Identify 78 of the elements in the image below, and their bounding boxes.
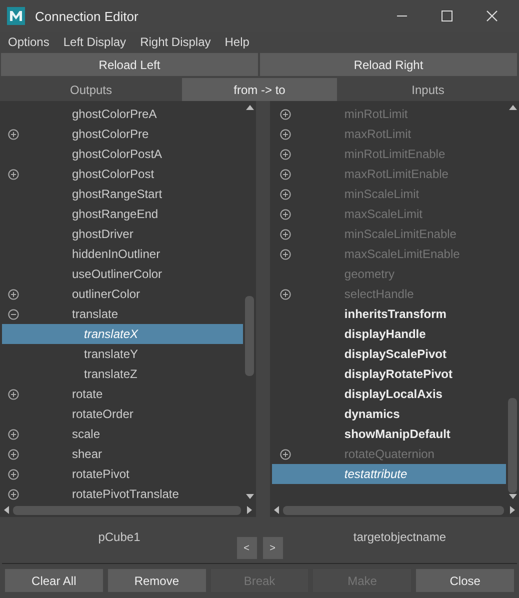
arrow-button[interactable]: < — [236, 537, 256, 559]
scroll-down-icon[interactable] — [246, 494, 254, 499]
scroll-thumb[interactable] — [13, 506, 242, 514]
scroll-right-icon[interactable] — [247, 506, 252, 514]
attribute-row[interactable]: displayLocalAxis — [272, 384, 506, 404]
attribute-row[interactable]: rotatePivotTranslate — [2, 484, 244, 504]
attribute-row[interactable]: translateX — [2, 324, 244, 344]
attribute-row[interactable]: rotatePivot — [2, 464, 244, 484]
reload-button[interactable]: Reload Left — [1, 53, 258, 76]
expand-icon[interactable] — [8, 488, 19, 500]
expand-icon[interactable] — [8, 388, 19, 400]
maximize-icon[interactable] — [441, 10, 453, 22]
column-header[interactable]: from -> to — [182, 78, 337, 101]
attribute-row[interactable]: ghostColorPreA — [2, 104, 244, 124]
attribute-row[interactable]: ghostDriver — [2, 224, 244, 244]
expand-icon[interactable] — [8, 468, 19, 480]
expand-icon[interactable] — [280, 128, 292, 140]
scroll-thumb[interactable] — [245, 296, 254, 376]
attribute-row[interactable]: scale — [2, 424, 244, 444]
scroll-thumb[interactable] — [283, 506, 504, 514]
app-logo-icon — [7, 7, 25, 25]
attribute-row[interactable]: hiddenInOutliner — [2, 244, 244, 264]
menu-item[interactable]: Left Display — [63, 35, 126, 49]
attribute-row[interactable]: dynamics — [272, 404, 506, 424]
expand-icon[interactable] — [8, 168, 19, 180]
scroll-up-icon[interactable] — [508, 105, 516, 110]
collapse-icon[interactable] — [8, 308, 19, 320]
expand-icon[interactable] — [280, 168, 292, 180]
attribute-row[interactable]: useOutlinerColor — [2, 264, 244, 284]
arrow-button[interactable]: > — [262, 537, 282, 559]
action-button[interactable]: Close — [416, 569, 514, 592]
expand-icon[interactable] — [280, 448, 292, 460]
window-title: Connection Editor — [35, 8, 140, 24]
right-object-name: targetobjectname — [352, 530, 448, 546]
attribute-row[interactable]: rotateOrder — [2, 404, 244, 424]
attribute-row[interactable]: ghostColorPre — [2, 124, 244, 144]
scroll-left-icon[interactable] — [274, 506, 280, 514]
attribute-row[interactable]: displayHandle — [272, 324, 506, 344]
expand-icon[interactable] — [280, 108, 292, 120]
reload-button[interactable]: Reload Right — [260, 53, 517, 76]
scroll-up-icon[interactable] — [246, 105, 254, 110]
attribute-row[interactable]: ghostRangeEnd — [2, 204, 244, 224]
expand-icon[interactable] — [280, 288, 292, 300]
close-icon[interactable] — [486, 10, 498, 22]
scroll-left-icon[interactable] — [4, 506, 9, 514]
menu-item[interactable]: Options — [8, 35, 50, 49]
scroll-right-icon[interactable] — [510, 506, 515, 514]
menu-item[interactable]: Help — [224, 35, 250, 49]
expand-icon[interactable] — [280, 148, 292, 160]
menu-item[interactable]: Right Display — [140, 35, 211, 49]
expand-icon[interactable] — [280, 248, 292, 260]
attribute-row[interactable]: shear — [2, 444, 244, 464]
scroll-thumb[interactable] — [508, 398, 517, 493]
attribute-row[interactable]: showManipDefault — [272, 424, 506, 444]
expand-icon[interactable] — [280, 188, 292, 200]
attribute-row[interactable]: ghostColorPost — [2, 164, 244, 184]
attribute-row[interactable]: translateY — [2, 344, 244, 364]
attribute-row[interactable]: ghostRangeStart — [2, 184, 244, 204]
expand-icon[interactable] — [8, 128, 19, 140]
attribute-row[interactable]: inheritsTransform — [272, 304, 506, 324]
attribute-row[interactable]: displayScalePivot — [272, 344, 506, 364]
attribute-row[interactable]: ghostColorPostA — [2, 144, 244, 164]
column-header[interactable]: Outputs — [0, 78, 182, 101]
expand-icon[interactable] — [8, 428, 19, 440]
attribute-row[interactable]: testattribute — [272, 464, 506, 484]
expand-icon[interactable] — [280, 228, 292, 240]
attribute-row[interactable]: translate — [2, 304, 244, 324]
action-button[interactable]: Clear All — [5, 569, 103, 592]
attribute-row[interactable]: displayRotatePivot — [272, 364, 506, 384]
expand-icon[interactable] — [8, 288, 19, 300]
expand-icon[interactable] — [280, 208, 292, 220]
attribute-row[interactable]: translateZ — [2, 364, 244, 384]
attribute-row[interactable]: outlinerColor — [2, 284, 244, 304]
left-object-name: pCube1 — [97, 530, 142, 546]
action-button[interactable]: Remove — [108, 569, 206, 592]
column-header[interactable]: Inputs — [337, 78, 519, 101]
attribute-row[interactable]: rotate — [2, 384, 244, 404]
expand-icon[interactable] — [8, 448, 19, 460]
